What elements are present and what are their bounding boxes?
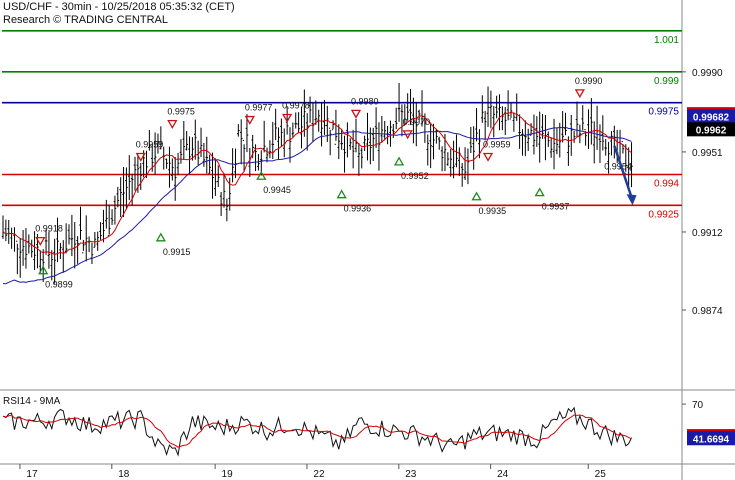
resistance-marker-icon: [482, 152, 494, 162]
x-tick-label: 19: [222, 469, 234, 480]
resistance-label: 0.9959: [483, 139, 511, 149]
resistance-label: 0.9959: [136, 139, 164, 149]
level-label: 0.994: [654, 178, 679, 189]
resistance-marker-icon: [167, 119, 178, 129]
price-tag-label: 0.99682: [693, 113, 730, 124]
support-marker-icon: [256, 170, 267, 180]
resistance-marker-icon: [574, 89, 585, 99]
support-label: 0.9899: [45, 280, 73, 290]
support-label: 0.9952: [401, 171, 429, 181]
support-label: 0.9935: [479, 206, 507, 216]
x-tick-label: 25: [595, 469, 607, 480]
support-label: 0.9945: [263, 185, 291, 195]
resistance-label: 0.9978: [282, 100, 310, 110]
target-label: 0.9954: [604, 161, 632, 171]
support-label: 0.9937: [542, 202, 570, 212]
level-label: 0.999: [654, 76, 679, 87]
support-marker-icon: [534, 187, 545, 197]
rsi-y-tick-label: 70: [692, 400, 704, 411]
support-marker-icon: [155, 232, 166, 242]
x-tick-label: 24: [497, 469, 509, 480]
price-tag-label: 0.9962: [696, 125, 727, 136]
x-tick-label: 23: [405, 469, 417, 480]
resistance-label: 0.9990: [575, 76, 603, 86]
x-tick-label: 22: [313, 469, 325, 480]
level-label: 1.001: [654, 35, 679, 46]
resistance-label: 0.9918: [35, 224, 63, 234]
price-chart: 1.001 0.999 0.9975 0.994 0.9925 0.9899 0.9918 0…: [0, 0, 735, 480]
resistance-marker-icon: [350, 109, 362, 119]
resistance-label: 0.9970: [403, 117, 431, 127]
rsi-title: RSI14 - 9MA: [3, 396, 61, 407]
rsi-value-tag-label: 41.6694: [693, 434, 730, 445]
level-label: 0.9975: [648, 107, 679, 118]
resistance-label: 0.9980: [351, 96, 379, 106]
y-tick-label: 0.9912: [692, 228, 723, 239]
support-label: 0.9936: [344, 204, 372, 214]
support-marker-icon: [336, 189, 347, 199]
rsi-ma-line: [2, 414, 632, 448]
support-marker-icon: [393, 156, 405, 166]
support-label: 0.9915: [163, 247, 191, 257]
level-label: 0.9925: [648, 209, 679, 220]
resistance-label: 0.9977: [245, 103, 273, 113]
x-tick-label: 17: [26, 469, 38, 480]
y-tick-label: 0.9874: [692, 306, 723, 317]
x-tick-label: 18: [118, 469, 130, 480]
support-marker-icon: [471, 191, 482, 201]
resistance-label: 0.9975: [167, 107, 195, 117]
y-tick-label: 0.9951: [692, 148, 723, 159]
forecast-arrowhead-icon: [626, 194, 637, 206]
y-tick-label: 0.9990: [692, 68, 723, 79]
